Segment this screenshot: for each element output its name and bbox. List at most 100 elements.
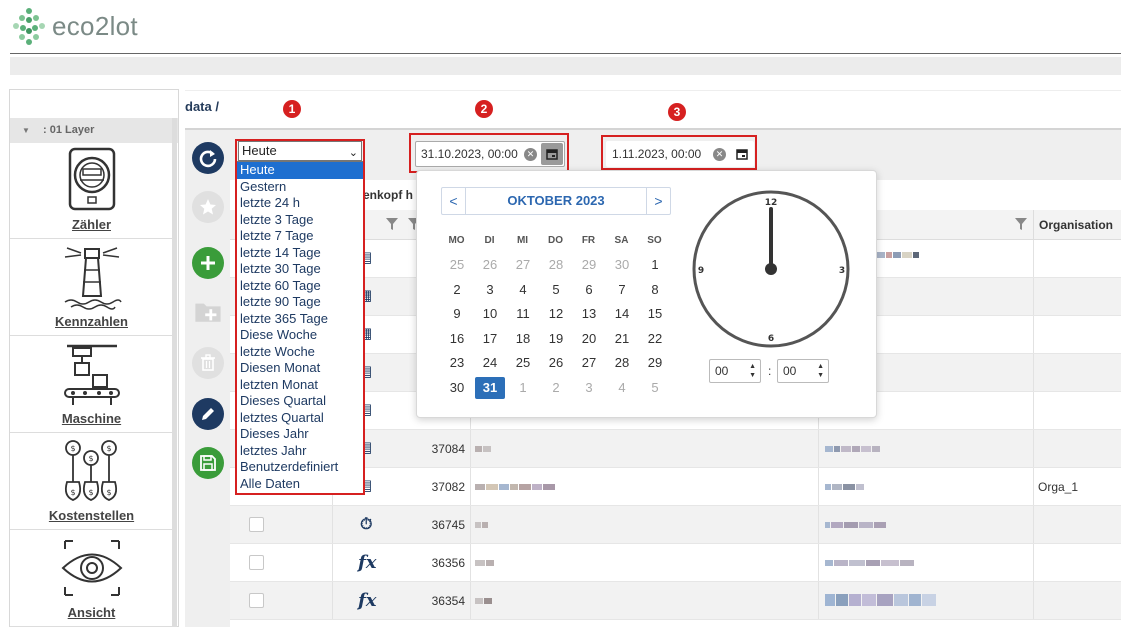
calendar-day[interactable]: 10 (475, 303, 505, 325)
annotation-badge-1: 1 (283, 100, 301, 118)
sidebar-layer-header[interactable]: ▼ : 01 Layer (10, 118, 178, 143)
row-id: 37084 (431, 442, 465, 456)
edit-button[interactable] (192, 398, 224, 430)
calendar-day[interactable]: 15 (640, 303, 670, 325)
filter-icon[interactable] (1015, 218, 1027, 230)
column-header-organisation[interactable]: Organisation (1033, 210, 1121, 240)
prev-month-button[interactable]: < (442, 188, 466, 214)
calendar-day[interactable]: 9 (442, 303, 472, 325)
calendar-day[interactable]: 30 (442, 377, 472, 399)
calendar-month-label[interactable]: OKTOBER 2023 (466, 188, 646, 214)
calendar-day[interactable]: 1 (640, 254, 670, 276)
row-checkbox[interactable] (249, 593, 264, 608)
calendar-day[interactable]: 11 (508, 303, 538, 325)
calendar-day[interactable]: 5 (541, 279, 571, 301)
delete-button[interactable] (192, 347, 224, 379)
calendar-day[interactable]: 1 (508, 377, 538, 399)
calendar-day[interactable]: 19 (541, 328, 571, 350)
calendar-day[interactable]: 24 (475, 352, 505, 374)
sidebar-item-kostenstellen[interactable]: $ $ $ $ $ $ Kostenstellen (10, 434, 173, 530)
calendar-day[interactable]: 27 (574, 352, 604, 374)
table-row[interactable]: fx 36354 (230, 582, 1121, 620)
header-divider (10, 53, 1121, 54)
calendar-day[interactable]: 4 (607, 377, 637, 399)
calendar-day[interactable]: 13 (574, 303, 604, 325)
redacted-text (825, 560, 915, 566)
calendar-day[interactable]: 8 (640, 279, 670, 301)
calendar-day[interactable]: 29 (640, 352, 670, 374)
table-row[interactable]: fx 36356 (230, 544, 1121, 582)
sidebar-item-kennzahlen[interactable]: Kennzahlen (10, 240, 173, 336)
calendar-day[interactable]: 16 (442, 328, 472, 350)
row-id: 36354 (431, 594, 465, 608)
calendar-day[interactable]: 26 (541, 352, 571, 374)
calendar-day[interactable]: 20 (574, 328, 604, 350)
calendar-day[interactable]: 3 (574, 377, 604, 399)
sidebar-item-ansicht[interactable]: Ansicht (10, 531, 173, 627)
lighthouse-icon (64, 247, 122, 310)
caret-down-icon: ▼ (22, 126, 30, 135)
calendar-day[interactable]: 28 (541, 254, 571, 276)
redacted-text (475, 446, 492, 452)
calendar-day[interactable]: 29 (574, 254, 604, 276)
hour-spinner[interactable]: 00 ▲ ▼ (709, 359, 761, 383)
header-bar (10, 57, 1121, 75)
calendar-day[interactable]: 30 (607, 254, 637, 276)
calendar-day[interactable]: 27 (508, 254, 538, 276)
row-checkbox[interactable] (249, 517, 264, 532)
chevron-left-icon: < (449, 193, 458, 209)
analog-clock[interactable]: 12 3 6 9 (691, 189, 851, 349)
weekday-label: SA (614, 235, 629, 246)
add-button[interactable] (192, 247, 224, 279)
save-button[interactable] (192, 447, 224, 479)
filter-icon[interactable] (386, 218, 398, 230)
calendar-day[interactable]: 4 (508, 279, 538, 301)
calendar-day[interactable]: 22 (640, 328, 670, 350)
sidebar-item-zaehler[interactable]: Zähler (10, 143, 173, 239)
calendar-day[interactable]: 2 (541, 377, 571, 399)
calendar-day[interactable]: 28 (607, 352, 637, 374)
calendar-day[interactable]: 6 (574, 279, 604, 301)
spinner-arrows-icon[interactable]: ▲ ▼ (817, 362, 824, 380)
calendar-day[interactable]: 17 (475, 328, 505, 350)
next-month-button[interactable]: > (646, 188, 670, 214)
calendar-day[interactable]: 21 (607, 328, 637, 350)
sidebar-item-label: Kostenstellen (48, 508, 135, 523)
calendar-day[interactable]: 14 (607, 303, 637, 325)
calendar-day[interactable]: 12 (541, 303, 571, 325)
calendar-day[interactable]: 5 (640, 377, 670, 399)
calendar-day-selected[interactable]: 31 (475, 376, 505, 399)
calendar-day[interactable]: 18 (508, 328, 538, 350)
table-row[interactable]: ⏱ 36745 (230, 506, 1121, 544)
eye-icon (61, 540, 122, 596)
calendar-day[interactable]: 23 (442, 352, 472, 374)
calendar-day[interactable]: 25 (442, 254, 472, 276)
minute-spinner[interactable]: 00 ▲ ▼ (777, 359, 829, 383)
calendar-day[interactable]: 2 (442, 279, 472, 301)
refresh-icon (199, 150, 217, 168)
row-checkbox[interactable] (249, 555, 264, 570)
favorite-button[interactable] (192, 191, 224, 223)
redacted-text (475, 598, 493, 604)
annotation-box-1 (235, 139, 365, 495)
breadcrumb[interactable]: data / (185, 99, 219, 114)
calendar-day[interactable]: 26 (475, 254, 505, 276)
svg-text:$: $ (88, 454, 93, 463)
calendar-day[interactable]: 7 (607, 279, 637, 301)
sidebar-item-maschine[interactable]: Maschine (10, 337, 173, 433)
calendar-header: < OKTOBER 2023 > (441, 187, 671, 215)
calendar-day[interactable]: 25 (508, 352, 538, 374)
time-separator: : (768, 364, 772, 378)
refresh-button[interactable] (192, 142, 224, 174)
weekday-label: SO (647, 235, 662, 246)
svg-text:$: $ (88, 488, 93, 497)
calendar-day[interactable]: 3 (475, 279, 505, 301)
machine-icon (63, 344, 120, 405)
save-icon (200, 455, 216, 471)
weekday-label: MO (448, 235, 465, 246)
redacted-text (475, 560, 495, 566)
spinner-arrows-icon[interactable]: ▲ ▼ (749, 362, 756, 380)
add-folder-button[interactable] (192, 296, 224, 328)
organisation-cell: Orga_1 (1038, 480, 1079, 494)
row-id: 36745 (431, 518, 465, 532)
